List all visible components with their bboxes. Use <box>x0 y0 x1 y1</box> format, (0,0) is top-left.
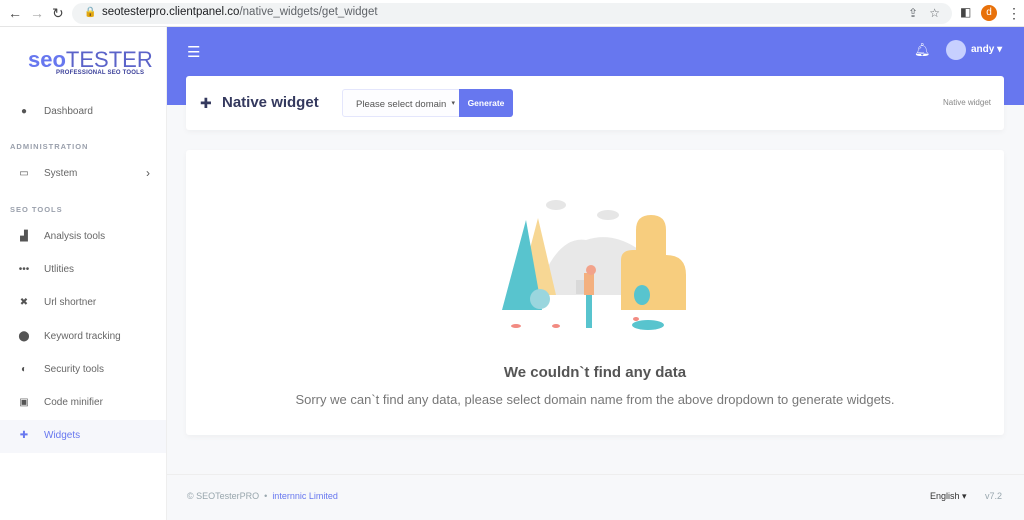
page-header-card: ✚ Native widget Please select domain ▾ Ge… <box>186 76 1004 130</box>
empty-message: Sorry we can`t find any data, please sel… <box>295 392 895 407</box>
empty-state-illustration <box>502 200 686 330</box>
sidebar-item-keyword-tracking[interactable]: ⬤ Keyword tracking <box>0 321 166 353</box>
star-icon[interactable]: ☆ <box>929 6 940 20</box>
select-placeholder: Please select domain <box>356 99 447 110</box>
lock-icon: 🔒 <box>84 7 97 18</box>
sidebar-item-code-minifier[interactable]: ▣ Code minifier <box>0 387 166 419</box>
section-administration: ADMINISTRATION <box>10 142 89 151</box>
sidebar-item-security-tools[interactable]: ◐ Security tools <box>0 354 166 386</box>
avatar[interactable] <box>946 40 966 60</box>
fire-icon: ● <box>20 106 28 117</box>
address-bar[interactable]: 🔒 seotesterpro.clientpanel.co/native_wid… <box>72 3 952 24</box>
chart-area-icon: ▟ <box>20 231 28 242</box>
shield-icon: ◐ <box>20 364 28 375</box>
domain-select[interactable]: Please select domain ▾ <box>342 89 460 117</box>
empty-state-card: We couldn`t find any data Sorry we can`t… <box>186 150 1004 435</box>
url-host: seotesterpro.clientpanel.co <box>102 6 240 18</box>
user-menu[interactable]: andy ▾ <box>971 44 1002 55</box>
label: Code minifier <box>44 397 103 408</box>
breadcrumb[interactable]: Native widget <box>943 98 991 107</box>
sidebar-item-system[interactable]: ▭ System › <box>0 158 166 190</box>
label: Utlities <box>44 264 75 275</box>
puzzle-icon: ✚ <box>200 95 212 111</box>
label: System <box>44 168 78 179</box>
sidebar-item-url-shortner[interactable]: ✖ Url shortner <box>0 287 166 319</box>
label: Dashboard <box>44 106 93 117</box>
reload-icon[interactable]: ↻ <box>52 5 64 22</box>
section-seo-tools: SEO TOOLS <box>10 205 63 214</box>
compress-icon: ✖ <box>19 297 29 308</box>
empty-title: We couldn`t find any data <box>503 364 687 381</box>
code-icon: ▣ <box>19 397 29 408</box>
logo[interactable]: seoTESTER PROFESSIONAL SEO TOOLS <box>28 47 153 76</box>
copyright: © SEOTesterPRO <box>187 491 260 501</box>
forward-icon[interactable]: → <box>30 5 44 21</box>
language-label: English <box>930 491 960 501</box>
profile-avatar[interactable]: d <box>981 5 997 21</box>
version: v7.2 <box>985 491 1003 501</box>
sidebar-item-dashboard[interactable]: ● Dashboard <box>0 96 166 128</box>
page-title: Native widget <box>222 94 319 111</box>
map-marker-icon: ⬤ <box>18 331 30 342</box>
label: Url shortner <box>44 297 97 308</box>
sidebar: seoTESTER PROFESSIONAL SEO TOOLS ● Dashboa… <box>0 27 167 520</box>
language-select[interactable]: English ▾ <box>930 491 967 502</box>
sidebar-item-analysis-tools[interactable]: ▟ Analysis tools <box>0 221 166 253</box>
generate-button[interactable]: Generate <box>459 89 513 117</box>
label: Keyword tracking <box>44 331 121 342</box>
username: andy <box>971 44 995 55</box>
logo-text-b: TESTER <box>65 47 153 72</box>
company-link[interactable]: internnic Limited <box>272 491 338 501</box>
footer: © SEOTesterPRO • internnic Limited Engli… <box>167 474 1024 520</box>
puzzle-icon: ✚ <box>19 430 29 441</box>
sidepanel-icon[interactable]: ◧ <box>960 5 971 19</box>
back-icon[interactable]: ← <box>8 5 22 21</box>
menu-icon[interactable]: ⋮ <box>1007 5 1021 22</box>
label: Analysis tools <box>44 231 106 242</box>
laptop-icon: ▭ <box>19 168 29 179</box>
logo-tagline: PROFESSIONAL SEO TOOLS <box>56 70 145 76</box>
caret-down-icon: ▾ <box>451 100 455 107</box>
ellipsis-icon: ••• <box>18 264 30 275</box>
label: Security tools <box>44 364 105 375</box>
sidebar-item-utilities[interactable]: ••• Utlities <box>0 254 166 286</box>
sidebar-item-widgets[interactable]: ✚ Widgets <box>0 420 166 453</box>
label: Widgets <box>44 430 81 441</box>
logo-text: seo <box>28 47 66 72</box>
hamburger-icon[interactable]: ☰ <box>187 43 200 61</box>
browser-toolbar: ← → ↻ 🔒 seotesterpro.clientpanel.co/nati… <box>0 0 1024 27</box>
url-path: /native_widgets/get_widget <box>239 6 378 18</box>
chevron-right-icon: › <box>146 166 150 180</box>
share-icon[interactable]: ⇪ <box>908 6 918 20</box>
bell-icon[interactable]: 🔔︎ <box>914 42 931 58</box>
